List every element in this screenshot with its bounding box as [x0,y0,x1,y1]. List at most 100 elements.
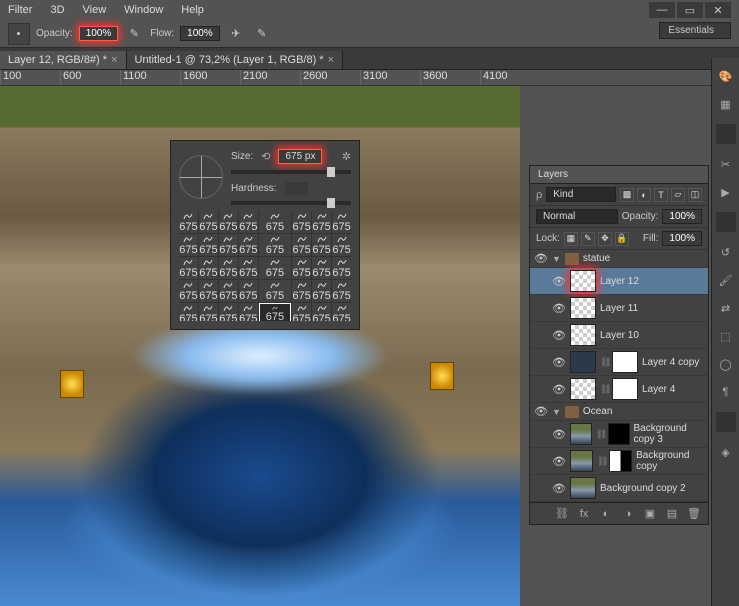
menu-help[interactable]: Help [181,4,204,16]
lock-pixels-icon[interactable]: ✎ [581,232,595,246]
brush-preset-cell[interactable]: 675 [312,280,331,302]
color-panel-icon[interactable]: 🎨 [716,66,736,86]
mask-thumbnail[interactable] [612,351,638,373]
brush-preset-cell[interactable]: 675 [259,234,291,256]
brush-preset-cell[interactable]: 675 [239,280,258,302]
menu-window[interactable]: Window [124,4,163,16]
new-group-icon[interactable]: ▣ [642,506,658,522]
layer-row-bg[interactable]: 👁 ⛓ Background copy [530,448,708,475]
filter-adjust-icon[interactable]: ◐ [637,188,651,202]
layer-thumbnail[interactable] [570,423,592,445]
brush-preset-cell[interactable]: 675 [259,280,291,302]
menu-filter[interactable]: Filter [8,4,32,16]
fill-value[interactable]: 100% [662,231,702,246]
brush-preset-cell[interactable]: 675 [332,211,351,233]
close-tab-icon[interactable]: × [328,54,334,66]
history-panel-icon[interactable]: ↺ [716,242,736,262]
brush-preset-cell[interactable]: 675 [259,211,291,233]
menu-3d[interactable]: 3D [50,4,64,16]
brush-preset-cell[interactable]: 675 [332,234,351,256]
visibility-icon[interactable]: 👁 [552,302,566,315]
visibility-icon[interactable]: 👁 [552,356,566,369]
layer-row-10[interactable]: 👁 Layer 10 [530,322,708,349]
paragraph-panel-icon[interactable]: ¶ [716,382,736,402]
brush-preset-cell[interactable]: 675 [219,303,238,321]
new-adjustment-icon[interactable]: ◑ [620,506,636,522]
tool-presets-icon[interactable]: ◯ [716,354,736,374]
brush-preset-cell[interactable]: 675 [312,234,331,256]
visibility-icon[interactable]: 👁 [552,482,566,495]
brush-preset-cell[interactable]: 675 [239,211,258,233]
lock-position-icon[interactable]: ✥ [598,232,612,246]
filter-kind-select[interactable]: Kind [546,187,616,202]
brush-preset-cell[interactable]: 675 [219,280,238,302]
layer-row-bg3[interactable]: 👁 ⛓ Background copy 3 [530,421,708,448]
filter-smart-icon[interactable]: ◫ [688,188,702,202]
brush-preset-cell[interactable]: 675 [179,257,198,279]
filter-type-icon[interactable]: ρ [536,189,542,201]
brush-preset-cell[interactable]: 675 [199,211,218,233]
layer-thumbnail[interactable] [570,297,596,319]
mask-thumbnail[interactable] [608,423,630,445]
mask-link-icon[interactable]: ⛓ [600,357,608,368]
layer-row-12[interactable]: 👁 Layer 12 [530,268,708,295]
add-mask-icon[interactable]: ◐ [598,506,614,522]
hardness-slider[interactable] [231,201,351,205]
brush-preset-cell[interactable]: 675 [292,257,311,279]
mask-thumbnail[interactable] [612,378,638,400]
brush-preset-cell[interactable]: 675 [179,211,198,233]
filter-shape-icon[interactable]: ▱ [671,188,685,202]
brush-preset-cell[interactable]: 675 [292,211,311,233]
document-tab-1[interactable]: Layer 12, RGB/8#) *× [0,51,127,69]
visibility-icon[interactable]: 👁 [534,252,548,265]
layer-row-11[interactable]: 👁 Layer 11 [530,295,708,322]
airbrush-icon[interactable]: ✈ [226,24,246,44]
layer-thumbnail[interactable] [570,477,596,499]
visibility-icon[interactable]: 👁 [534,405,548,418]
layer-thumbnail[interactable] [570,450,593,472]
visibility-icon[interactable]: 👁 [552,383,566,396]
layer-thumbnail[interactable] [570,324,596,346]
brush-size-value[interactable]: 675 px [278,149,322,164]
maximize-button[interactable]: ▭ [677,2,703,18]
disclosure-triangle[interactable]: ▼ [552,254,561,264]
brush-preset-cell[interactable]: 675 [292,303,311,321]
brush-preset-cell[interactable]: 675 [179,280,198,302]
brush-preset-cell[interactable]: 675 [199,234,218,256]
brush-preset-cell[interactable]: 675 [179,234,198,256]
visibility-icon[interactable]: 👁 [552,275,566,288]
mask-link-icon[interactable]: ⛓ [596,429,604,440]
brush-preset-cell[interactable]: 675 [312,303,331,321]
brush-presets-icon[interactable]: ⇄ [716,298,736,318]
brush-preset-cell[interactable]: 675 [259,303,291,321]
layer-thumbnail[interactable] [570,270,596,292]
layer-opacity-value[interactable]: 100% [662,209,702,224]
clone-panel-icon[interactable]: ⬚ [716,326,736,346]
opacity-value[interactable]: 100% [79,26,119,41]
brush-preset-cell[interactable]: 675 [312,257,331,279]
layer-group-ocean[interactable]: 👁 ▼ Ocean [530,403,708,421]
visibility-icon[interactable]: 👁 [552,455,566,468]
close-button[interactable]: ✕ [705,2,731,18]
flip-icon[interactable]: ⟲ [261,150,270,163]
menu-view[interactable]: View [83,4,107,16]
disclosure-triangle[interactable]: ▼ [552,407,561,417]
brush-preset-cell[interactable]: 675 [239,257,258,279]
layer-group-statue[interactable]: 👁 ▼ statue [530,250,708,268]
flow-value[interactable]: 100% [180,26,220,41]
brush-preset-cell[interactable]: 675 [199,303,218,321]
mask-link-icon[interactable]: ⛓ [600,384,608,395]
filter-type-icon[interactable]: T [654,188,668,202]
layer-fx-icon[interactable]: fx [576,506,592,522]
mask-link-icon[interactable]: ⛓ [597,456,605,467]
styles-panel-icon[interactable]: ▶ [716,182,736,202]
brush-preset-cell[interactable]: 675 [259,257,291,279]
blend-mode-select[interactable]: Normal [536,209,618,224]
brush-preset-cell[interactable]: 675 [332,303,351,321]
brush-preset-cell[interactable]: 675 [199,257,218,279]
brush-preset-cell[interactable]: 675 [292,234,311,256]
brush-preset-grid[interactable]: 6756756756756756756756756756756756756756… [179,211,351,321]
layer-row-4[interactable]: 👁 ⛓ Layer 4 [530,376,708,403]
brush-angle-control[interactable] [179,155,223,199]
mask-thumbnail[interactable] [609,450,632,472]
